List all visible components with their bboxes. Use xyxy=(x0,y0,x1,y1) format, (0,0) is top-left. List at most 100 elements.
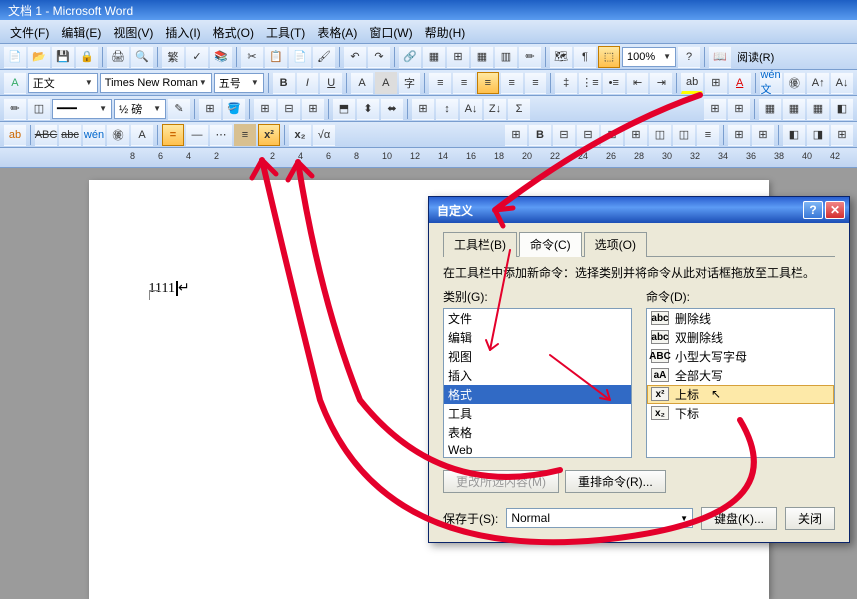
align-top-icon[interactable]: ⬒ xyxy=(333,98,355,120)
bullets-icon[interactable]: •≡ xyxy=(603,72,625,94)
r9-icon[interactable]: ≡ xyxy=(697,124,719,146)
menu-tools[interactable]: 工具(T) xyxy=(260,20,311,43)
menu-format[interactable]: 格式(O) xyxy=(207,20,260,43)
r7-icon[interactable]: ◫ xyxy=(649,124,671,146)
misc2-icon[interactable]: ⊞ xyxy=(728,98,750,120)
dialog-titlebar[interactable]: 自定义 ? ✕ xyxy=(429,197,849,223)
category-item[interactable]: 格式 xyxy=(444,385,631,404)
category-item[interactable]: 文件 xyxy=(444,309,631,328)
commands-listbox[interactable]: abc删除线abc双删除线ABC小型大写字母aA全部大写x²上标↖x₂下标 xyxy=(646,308,835,458)
italic-icon[interactable]: I xyxy=(297,72,319,94)
keyboard-button[interactable]: 键盘(K)... xyxy=(701,507,777,530)
reading-label[interactable]: 阅读(R) xyxy=(733,49,778,65)
new-doc-icon[interactable]: 📄 xyxy=(4,46,26,68)
doc-map-icon[interactable]: 🗺 xyxy=(550,46,572,68)
menu-insert[interactable]: 插入(I) xyxy=(159,20,206,43)
split-cells-icon[interactable]: ⊞ xyxy=(302,98,324,120)
misc4-icon[interactable]: ▦ xyxy=(783,98,805,120)
modify-selection-button[interactable]: 更改所选内容(M) xyxy=(443,470,559,493)
phonetic-icon[interactable]: wén文 xyxy=(760,72,782,94)
command-item[interactable]: abc双删除线 xyxy=(647,328,834,347)
spelling-icon[interactable]: ✓ xyxy=(186,46,208,68)
menu-window[interactable]: 窗口(W) xyxy=(363,20,418,43)
line-style-combo[interactable]: ━━━▼ xyxy=(52,99,112,119)
tab-toolbars[interactable]: 工具栏(B) xyxy=(443,232,517,257)
style-combo[interactable]: 正文▼ xyxy=(28,73,98,93)
help-icon[interactable]: ? xyxy=(678,46,700,68)
r10-icon[interactable]: ⊞ xyxy=(728,124,750,146)
font-color-icon[interactable]: A xyxy=(729,72,751,94)
categories-listbox[interactable]: 文件编辑视图插入格式工具表格Web窗口和帮助绘图自选图形 xyxy=(443,308,632,458)
highlight2-icon[interactable]: ab xyxy=(4,124,26,146)
preview-icon[interactable]: 🔍 xyxy=(131,46,153,68)
decrease-indent-icon[interactable]: ⇤ xyxy=(627,72,649,94)
lines-icon[interactable]: ≡ xyxy=(234,124,256,146)
r14-icon[interactable]: ⊞ xyxy=(831,124,853,146)
grow-font-icon[interactable]: A↑ xyxy=(807,72,829,94)
border-color-icon[interactable]: ✎ xyxy=(168,98,190,120)
hyperlink-icon[interactable]: 🔗 xyxy=(399,46,421,68)
styles-icon[interactable]: A xyxy=(4,72,26,94)
font-combo[interactable]: Times New Roman▼ xyxy=(100,73,212,93)
subscript-icon[interactable]: x₂ xyxy=(289,124,311,146)
enclose-icon[interactable]: ㊝ xyxy=(784,72,806,94)
r5-icon[interactable]: ⊞ xyxy=(601,124,623,146)
outside-border-icon[interactable]: ⊞ xyxy=(199,98,221,120)
r8-icon[interactable]: ◫ xyxy=(673,124,695,146)
char-border-icon[interactable]: A xyxy=(351,72,373,94)
r13-icon[interactable]: ◨ xyxy=(807,124,829,146)
rearrange-commands-button[interactable]: 重排命令(R)... xyxy=(565,470,666,493)
bold-icon[interactable]: B xyxy=(273,72,295,94)
text-direction-icon[interactable]: ↕ xyxy=(436,98,458,120)
zoom-combo[interactable]: 100%▼ xyxy=(622,47,676,67)
redo-icon[interactable]: ↷ xyxy=(368,46,390,68)
dash-icon[interactable]: — xyxy=(186,124,208,146)
align-justify-icon[interactable]: ≡ xyxy=(501,72,523,94)
char-scaling-icon[interactable]: 字 xyxy=(399,72,421,94)
menu-view[interactable]: 视图(V) xyxy=(107,20,159,43)
category-item[interactable]: 表格 xyxy=(444,423,631,442)
category-item[interactable]: 视图 xyxy=(444,347,631,366)
tab-commands[interactable]: 命令(C) xyxy=(519,232,582,257)
menu-help[interactable]: 帮助(H) xyxy=(419,20,472,43)
draw-table-icon[interactable]: ✏ xyxy=(4,98,26,120)
research-icon[interactable]: 📚 xyxy=(210,46,232,68)
increase-indent-icon[interactable]: ⇥ xyxy=(650,72,672,94)
category-item[interactable]: 编辑 xyxy=(444,328,631,347)
equals-icon[interactable]: = xyxy=(162,124,184,146)
show-marks-icon[interactable]: ¶ xyxy=(574,46,596,68)
equation-icon[interactable]: √α xyxy=(313,124,335,146)
copy-icon[interactable]: 📋 xyxy=(265,46,287,68)
eraser-icon[interactable]: ◫ xyxy=(28,98,50,120)
ruler[interactable]: 8642246810121416182022242628303234363840… xyxy=(0,148,857,168)
shading-color-icon[interactable]: 🪣 xyxy=(223,98,245,120)
cut-icon[interactable]: ✂ xyxy=(241,46,263,68)
open-icon[interactable]: 📂 xyxy=(28,46,50,68)
align-center-icon[interactable]: ≡ xyxy=(453,72,475,94)
misc3-icon[interactable]: ▦ xyxy=(759,98,781,120)
misc6-icon[interactable]: ◧ xyxy=(831,98,853,120)
r1-icon[interactable]: ⊞ xyxy=(505,124,527,146)
numbering-icon[interactable]: ⋮≡ xyxy=(579,72,601,94)
distribute-cols-icon[interactable]: ⬌ xyxy=(381,98,403,120)
drawing-icon[interactable]: ✏ xyxy=(519,46,541,68)
char-shading-icon[interactable]: A xyxy=(375,72,397,94)
traditional-icon[interactable]: 繁 xyxy=(162,46,184,68)
category-item[interactable]: Web xyxy=(444,442,631,458)
menu-file[interactable]: 文件(F) xyxy=(4,20,55,43)
toggle-icon[interactable]: ⬚ xyxy=(598,46,620,68)
paste-icon[interactable]: 📄 xyxy=(289,46,311,68)
r11-icon[interactable]: ⊞ xyxy=(752,124,774,146)
menu-table[interactable]: 表格(A) xyxy=(311,20,363,43)
tab-options[interactable]: 选项(O) xyxy=(584,232,647,257)
columns-icon[interactable]: ▥ xyxy=(495,46,517,68)
align-left-icon[interactable]: ≡ xyxy=(429,72,451,94)
r2-icon[interactable]: B xyxy=(529,124,551,146)
border-icon[interactable]: ⊞ xyxy=(705,72,727,94)
autosum-icon[interactable]: Σ xyxy=(508,98,530,120)
phonetic2-icon[interactable]: wén xyxy=(83,124,105,146)
strike-icon[interactable]: ABC xyxy=(35,124,57,146)
sort-asc-icon[interactable]: A↓ xyxy=(460,98,482,120)
category-item[interactable]: 工具 xyxy=(444,404,631,423)
align-right-icon[interactable]: ≡ xyxy=(477,72,499,94)
